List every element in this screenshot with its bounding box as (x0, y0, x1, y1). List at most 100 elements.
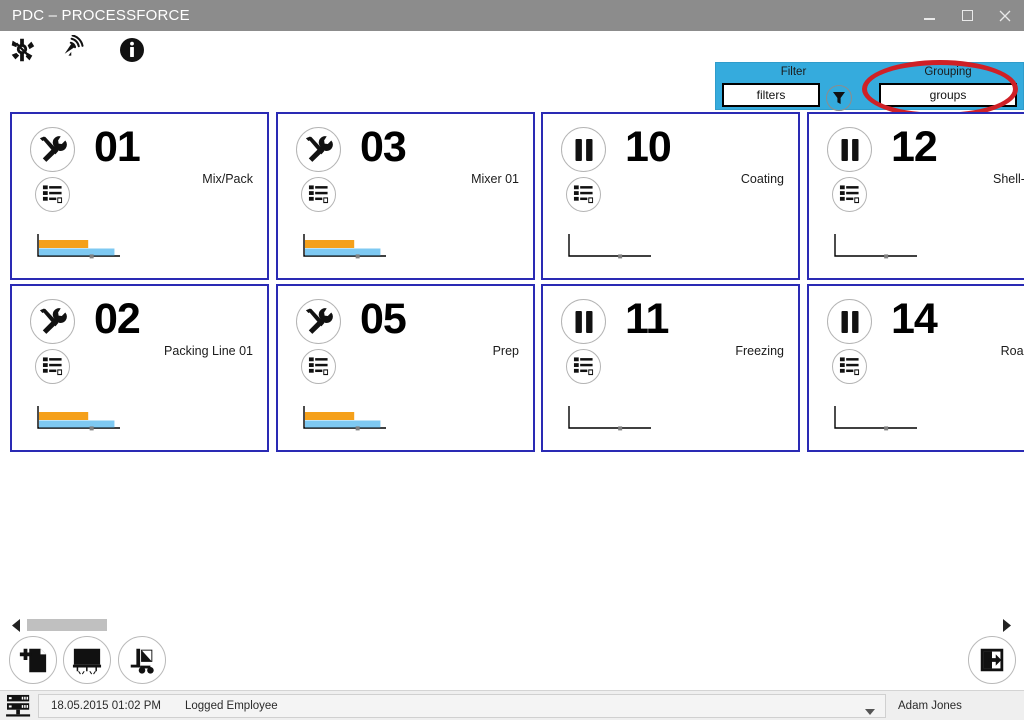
bottom-action-bar (0, 633, 1024, 688)
new-document-button[interactable] (9, 636, 57, 684)
status-info-field[interactable]: 18.05.2015 01:02 PM Logged Employee (38, 693, 886, 721)
close-icon (999, 10, 1011, 21)
card-number: 11 (625, 295, 669, 343)
resources-icon (11, 38, 35, 62)
card-status-icon[interactable] (30, 127, 75, 172)
maximize-button[interactable] (948, 0, 986, 31)
funnel-icon (833, 92, 845, 104)
resource-card[interactable]: 10 Coating (541, 112, 800, 280)
card-resource-name: Freezing (735, 344, 784, 358)
card-details-icon[interactable] (35, 349, 70, 384)
card-details-icon[interactable] (832, 177, 867, 212)
grouping-label: Grouping (924, 66, 972, 78)
card-status-icon[interactable] (561, 299, 606, 344)
resource-card-grid: 01 Mix/Pack 03 Mixer 01 10 Coating 12 Shell-Pee… (0, 110, 1024, 610)
chevron-right-icon (1002, 618, 1011, 632)
new-document-icon (19, 648, 47, 673)
card-details-icon[interactable] (301, 177, 336, 212)
scroll-left-button[interactable] (8, 617, 24, 633)
close-button[interactable] (986, 0, 1024, 31)
list-report-icon (308, 185, 329, 205)
minimize-button[interactable] (910, 0, 948, 31)
card-resource-name: Roasting (1000, 344, 1024, 358)
resource-card[interactable]: 03 Mixer 01 (276, 112, 535, 280)
resource-card[interactable]: 11 Freezing (541, 284, 800, 452)
status-bar: 18.05.2015 01:02 PM Logged Employee Adam… (0, 690, 1024, 720)
card-details-icon[interactable] (566, 349, 601, 384)
card-status-icon[interactable] (561, 127, 606, 172)
card-details-icon[interactable] (301, 349, 336, 384)
card-number: 02 (94, 295, 141, 343)
exit-icon (980, 648, 1004, 672)
card-mini-chart (565, 230, 655, 264)
list-report-icon (839, 357, 860, 377)
pause-icon (575, 310, 592, 333)
mini-bar-chart (303, 406, 386, 431)
card-status-icon[interactable] (827, 127, 872, 172)
mini-bar-chart (834, 406, 917, 431)
scrollbar-thumb[interactable] (27, 619, 107, 631)
card-number: 01 (94, 123, 141, 171)
scrollbar-track[interactable] (27, 619, 1007, 631)
card-status-icon[interactable] (296, 299, 341, 344)
card-status-icon[interactable] (296, 127, 341, 172)
forklift-button[interactable] (118, 636, 166, 684)
card-resource-name: Prep (492, 344, 519, 358)
resource-card[interactable]: 02 Packing Line 01 (10, 284, 269, 452)
filter-input[interactable]: filters (722, 83, 820, 107)
filter-label: Filter (780, 66, 807, 78)
server-icon-wrap (0, 691, 38, 721)
card-resource-name: Coating (740, 172, 784, 186)
broadcast-button[interactable] (55, 30, 95, 70)
tools-icon (39, 136, 67, 162)
pause-icon (575, 138, 592, 161)
card-number: 10 (625, 123, 672, 171)
pause-icon (841, 310, 858, 333)
resource-card[interactable]: 12 Shell-Peel (807, 112, 1024, 280)
card-mini-chart (34, 230, 124, 264)
card-status-icon[interactable] (827, 299, 872, 344)
card-mini-chart (300, 402, 390, 436)
card-resource-name: Shell-Peel (993, 172, 1024, 186)
card-mini-chart (300, 230, 390, 264)
mini-bar-chart (37, 406, 120, 431)
card-details-icon[interactable] (832, 349, 867, 384)
status-logged-label: Logged Employee (184, 699, 278, 712)
card-details-icon[interactable] (35, 177, 70, 212)
tools-icon (39, 308, 67, 334)
resource-card[interactable]: 05 Prep (276, 284, 535, 452)
status-datetime: 18.05.2015 01:02 PM (51, 699, 161, 712)
resources-button[interactable] (2, 30, 42, 70)
tools-icon (305, 136, 333, 162)
mini-bar-chart (568, 234, 651, 259)
top-toolbar (0, 31, 1024, 62)
card-mini-chart (565, 402, 655, 436)
card-mini-chart (34, 402, 124, 436)
monitor-board-button[interactable] (63, 636, 111, 684)
monitor-board-icon (72, 648, 102, 675)
filter-grouping-panel: Filter filters Grouping groups (715, 62, 1024, 111)
card-details-icon[interactable] (566, 177, 601, 212)
card-number: 12 (891, 123, 938, 171)
resource-card[interactable]: 14 Roasting (807, 284, 1024, 452)
grouping-input[interactable]: groups (879, 83, 1017, 107)
list-report-icon (42, 357, 63, 377)
chevron-down-icon[interactable] (865, 703, 875, 721)
status-user: Adam Jones (898, 699, 962, 712)
horizontal-scrollbar[interactable] (0, 617, 1024, 633)
card-resource-name: Packing Line 01 (164, 344, 253, 358)
info-button[interactable] (112, 30, 152, 70)
card-resource-name: Mixer 01 (471, 172, 519, 186)
resource-card[interactable]: 01 Mix/Pack (10, 112, 269, 280)
card-status-icon[interactable] (30, 299, 75, 344)
funnel-button[interactable] (826, 85, 852, 111)
list-report-icon (573, 357, 594, 377)
chevron-left-icon (11, 618, 20, 632)
list-report-icon (839, 185, 860, 205)
card-resource-name: Mix/Pack (202, 172, 253, 186)
scroll-right-button[interactable] (998, 617, 1014, 633)
forklift-icon (130, 648, 154, 674)
grouping-column: Grouping groups (871, 63, 1024, 111)
mini-bar-chart (834, 234, 917, 259)
exit-button[interactable] (968, 636, 1016, 684)
